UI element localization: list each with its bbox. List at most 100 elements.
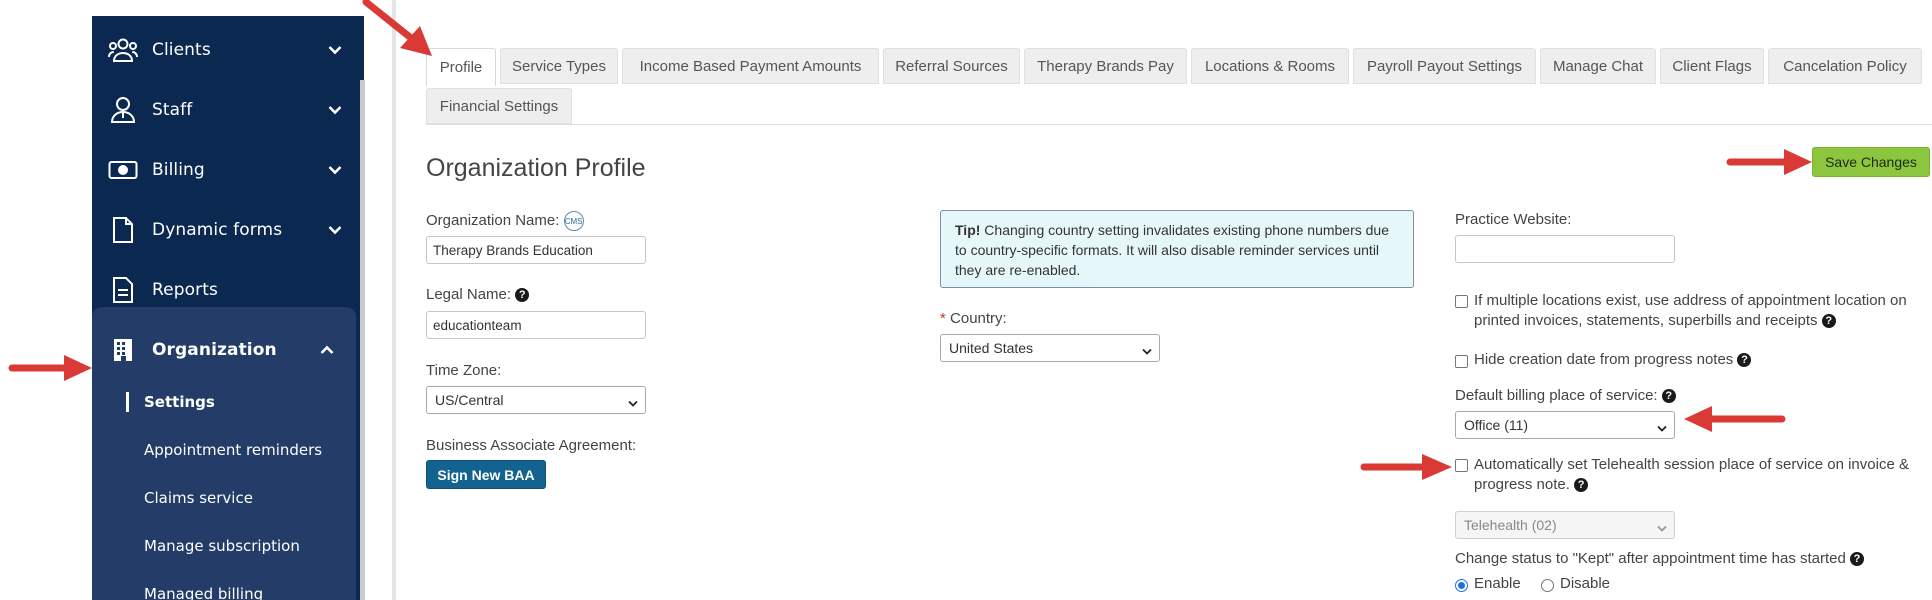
sidebar-item-dynamic-forms[interactable]: Dynamic forms <box>92 202 364 258</box>
multi-location-label: If multiple locations exist, use address… <box>1474 292 1907 329</box>
save-changes-button[interactable]: Save Changes <box>1812 147 1930 177</box>
sidebar-item-organization[interactable]: Organization <box>92 322 356 378</box>
practice-website-label: Practice Website: <box>1455 211 1572 228</box>
hide-date-label-row: Hide creation date from progress notes ? <box>1474 351 1752 368</box>
chevron-up-icon <box>320 340 334 360</box>
tab-manage-chat[interactable]: Manage Chat <box>1540 48 1656 84</box>
required-marker: * <box>940 310 946 327</box>
sidebar-item-label: Organization <box>152 340 277 360</box>
time-zone-select[interactable]: US/Central <box>426 386 646 414</box>
tabs-divider <box>426 124 1932 125</box>
annotation-arrow-icon <box>1360 454 1452 480</box>
org-name-label-row: Organization Name: CMS <box>426 211 584 231</box>
billing-pos-label-row: Default billing place of service: ? <box>1455 387 1676 404</box>
enable-radio[interactable] <box>1455 579 1468 592</box>
sidebar-scrollbar[interactable] <box>360 80 365 600</box>
org-name-label: Organization Name: <box>426 211 560 229</box>
sidebar-subitem-managed-billing[interactable]: Managed billing <box>144 585 263 600</box>
help-icon[interactable]: ? <box>1850 552 1865 567</box>
multi-location-checkbox[interactable] <box>1455 295 1468 308</box>
active-indicator <box>126 392 129 412</box>
telehealth-label-block: Automatically set Telehealth session pla… <box>1474 455 1930 495</box>
chevron-down-icon <box>328 40 342 60</box>
cms-badge-icon: CMS <box>563 211 584 231</box>
tab-income-based-payment-amounts[interactable]: Income Based Payment Amounts <box>622 48 879 84</box>
multi-location-label-block: If multiple locations exist, use address… <box>1474 291 1924 331</box>
billing-icon <box>106 155 140 185</box>
kept-status-label-row: Change status to "Kept" after appointmen… <box>1455 550 1865 567</box>
telehealth-checkbox[interactable] <box>1455 459 1468 472</box>
staff-icon <box>106 95 140 125</box>
hide-creation-date-checkbox[interactable] <box>1455 355 1468 368</box>
sidebar-item-label: Clients <box>152 40 211 60</box>
chevron-down-icon <box>328 220 342 240</box>
annotation-arrow-icon <box>1726 149 1812 175</box>
sidebar-item-staff[interactable]: Staff <box>92 82 364 138</box>
sidebar-item-label: Billing <box>152 160 205 180</box>
chevron-down-icon <box>1657 420 1667 436</box>
disable-label: Disable <box>1560 575 1611 592</box>
tab-referral-sources[interactable]: Referral Sources <box>883 48 1020 84</box>
practice-website-input[interactable] <box>1455 235 1675 263</box>
time-zone-label: Time Zone: <box>426 362 502 379</box>
chevron-down-icon <box>1142 343 1152 359</box>
sidebar-nav: Clients Staff Billing Dynamic forms Repo… <box>92 16 364 600</box>
tip-bold: Tip! <box>955 222 981 238</box>
reports-icon <box>106 275 140 305</box>
sidebar-item-billing[interactable]: Billing <box>92 142 364 198</box>
annotation-arrow-icon <box>1684 406 1786 432</box>
content-divider <box>392 0 396 600</box>
tab-financial-settings[interactable]: Financial Settings <box>426 88 572 124</box>
building-icon <box>106 335 140 365</box>
tab-cancelation-policy[interactable]: Cancelation Policy <box>1768 48 1922 84</box>
sign-new-baa-button[interactable]: Sign New BAA <box>426 460 546 489</box>
help-icon[interactable]: ? <box>515 288 530 303</box>
tab-payroll-payout-settings[interactable]: Payroll Payout Settings <box>1353 48 1536 84</box>
hide-date-label: Hide creation date from progress notes <box>1474 351 1734 368</box>
help-icon[interactable]: ? <box>1574 478 1589 493</box>
kept-status-label: Change status to "Kept" after appointmen… <box>1455 550 1846 567</box>
billing-pos-value: Office (11) <box>1464 417 1529 433</box>
legal-name-input[interactable] <box>426 311 646 339</box>
help-icon[interactable]: ? <box>1821 314 1836 329</box>
sidebar-item-label: Staff <box>152 100 193 120</box>
tab-client-flags[interactable]: Client Flags <box>1660 48 1764 84</box>
sidebar-item-clients[interactable]: Clients <box>92 22 364 78</box>
tab-therapy-brands-pay[interactable]: Therapy Brands Pay <box>1024 48 1187 84</box>
sidebar-subitem-settings[interactable]: Settings <box>144 393 215 411</box>
document-icon <box>106 215 140 245</box>
legal-name-label: Legal Name: <box>426 286 512 303</box>
enable-label: Enable <box>1474 575 1521 592</box>
help-icon[interactable]: ? <box>1737 353 1752 368</box>
disable-radio[interactable] <box>1541 579 1554 592</box>
country-label: Country: <box>950 310 1007 327</box>
billing-place-of-service-select[interactable]: Office (11) <box>1455 411 1675 439</box>
help-icon[interactable]: ? <box>1661 389 1676 404</box>
chevron-down-icon <box>628 395 638 411</box>
time-zone-value: US/Central <box>435 392 504 408</box>
baa-label: Business Associate Agreement: <box>426 437 637 454</box>
country-value: United States <box>949 340 1034 356</box>
sidebar-item-label: Dynamic forms <box>152 220 283 240</box>
annotation-arrow-icon <box>362 0 432 56</box>
sidebar-subitem-appointment-reminders[interactable]: Appointment reminders <box>144 441 322 459</box>
sidebar-subitem-claims-service[interactable]: Claims service <box>144 489 253 507</box>
tab-locations-rooms[interactable]: Locations & Rooms <box>1191 48 1349 84</box>
organization-group: Organization Settings Appointment remind… <box>92 307 356 600</box>
telehealth-label: Automatically set Telehealth session pla… <box>1474 456 1909 493</box>
country-label-row: * Country: <box>940 310 1007 327</box>
clients-icon <box>106 35 140 65</box>
organization-name-input[interactable] <box>426 236 646 264</box>
sidebar-item-label: Reports <box>152 280 218 300</box>
chevron-down-icon <box>1657 520 1667 536</box>
legal-name-label-row: Legal Name: ? <box>426 286 530 303</box>
telehealth-pos-value: Telehealth (02) <box>1464 517 1557 533</box>
telehealth-place-of-service-select: Telehealth (02) <box>1455 511 1675 539</box>
tip-alert: Tip! Changing country setting invalidate… <box>940 210 1414 288</box>
sidebar-subitem-manage-subscription[interactable]: Manage subscription <box>144 537 300 555</box>
tab-service-types[interactable]: Service Types <box>500 48 618 84</box>
annotation-arrow-icon <box>8 355 92 381</box>
tip-text: Changing country setting invalidates exi… <box>955 222 1389 278</box>
billing-pos-label: Default billing place of service: <box>1455 387 1658 404</box>
country-select[interactable]: United States <box>940 334 1160 362</box>
